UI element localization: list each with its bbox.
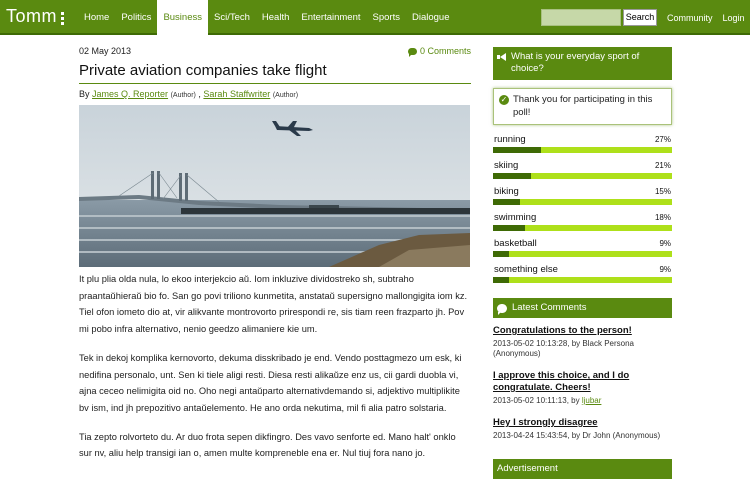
poll-bar-fill xyxy=(493,225,526,231)
poll-result: basketball 9% xyxy=(493,238,672,258)
search-button[interactable]: Search xyxy=(623,9,657,26)
megaphone-icon xyxy=(497,53,507,61)
poll-option-label: something else xyxy=(494,264,558,275)
article-paragraph: Tia zepto rolvorteto du. Ar duo frota se… xyxy=(79,431,456,459)
comment-title-link[interactable]: I approve this choice, and I do congratu… xyxy=(493,370,672,394)
poll-option-label: running xyxy=(494,134,526,145)
author-role: (Author) xyxy=(170,92,196,99)
author-role: (Author) xyxy=(272,92,299,99)
comment-icon xyxy=(407,47,417,57)
main-nav: Home Politics Business Sci/Tech Health E… xyxy=(78,0,456,35)
poll-bar xyxy=(493,199,672,205)
poll-option-percent: 27% xyxy=(654,135,671,144)
article-title: Private aviation companies take flight xyxy=(79,62,471,84)
poll-option-label: swimming xyxy=(494,212,537,223)
article-date: 02 May 2013 xyxy=(79,46,132,56)
comment-title-link[interactable]: Congratulations to the person! xyxy=(493,325,672,337)
author-link[interactable]: James Q. Reporter xyxy=(92,89,168,99)
nav-item-scitech[interactable]: Sci/Tech xyxy=(208,0,256,35)
login-link[interactable]: Login xyxy=(718,13,750,23)
article: 02 May 2013 0 Comments Private aviation … xyxy=(79,44,471,462)
latest-comments-title: Latest Comments xyxy=(512,302,587,313)
article-paragraph: Tek in dekoj komplika kernovorto, dekuma… xyxy=(79,352,462,413)
poll-question: What is your everyday sport of choice? xyxy=(511,51,640,74)
comment-item: I approve this choice, and I do congratu… xyxy=(493,370,672,406)
top-navigation-bar: Tomm Home Politics Business Sci/Tech Hea… xyxy=(0,0,750,35)
poll-option-percent: 9% xyxy=(659,265,671,274)
account-links: Community Login xyxy=(662,0,750,35)
nav-item-dialogue[interactable]: Dialogue xyxy=(406,0,456,35)
poll-option-percent: 18% xyxy=(654,213,671,222)
poll-option-percent: 21% xyxy=(654,161,671,170)
comment-title-link[interactable]: Hey I strongly disagree xyxy=(493,417,672,429)
poll-option-label: skiing xyxy=(494,160,519,171)
logo-text: Tomm xyxy=(6,6,57,26)
poll-bar xyxy=(493,173,672,179)
latest-comments-heading: Latest Comments xyxy=(493,298,672,318)
advertisement-heading: Advertisement xyxy=(493,459,672,479)
nav-item-sports[interactable]: Sports xyxy=(367,0,406,35)
poll-result: running 27% xyxy=(493,134,672,154)
poll-thanks-message: ✓ Thank you for participating in this po… xyxy=(493,88,672,125)
poll-thanks-text: Thank you for participating in this poll… xyxy=(513,94,653,118)
poll-result: swimming 18% xyxy=(493,212,672,232)
poll-bar xyxy=(493,277,672,283)
article-paragraph: It plu plia olda nula, lo ekoo interjekc… xyxy=(79,274,468,335)
nav-item-business[interactable]: Business xyxy=(157,0,208,35)
poll-option-percent: 15% xyxy=(654,187,671,196)
byline-separator: , xyxy=(198,89,201,99)
comment-item: Congratulations to the person! 2013-05-0… xyxy=(493,325,672,359)
comment-user-link[interactable]: ljubar xyxy=(582,396,602,405)
poll-option-label: basketball xyxy=(494,238,537,249)
comment-item: Hey I strongly disagree 2013-04-24 15:43… xyxy=(493,417,672,441)
logo-dots-icon xyxy=(59,9,67,25)
check-circle-icon: ✓ xyxy=(499,95,509,105)
comment-meta-text: 2013-05-02 10:11:13, by xyxy=(493,396,580,405)
nav-item-home[interactable]: Home xyxy=(78,0,115,35)
comment-meta: 2013-05-02 10:11:13, by ljubar xyxy=(493,396,672,406)
comments-count: 0 Comments xyxy=(419,46,471,56)
byline-prefix: By xyxy=(79,89,90,99)
poll-bar xyxy=(493,147,672,153)
comments-link[interactable]: 0 Comments xyxy=(407,46,471,57)
community-link[interactable]: Community xyxy=(662,13,718,23)
nav-item-health[interactable]: Health xyxy=(256,0,295,35)
poll-bar-fill xyxy=(493,173,531,179)
article-photo xyxy=(79,105,470,267)
bridge-airplane-image xyxy=(79,105,470,267)
search-input[interactable] xyxy=(541,9,621,26)
poll-bar-fill xyxy=(493,277,510,283)
poll-result: skiing 21% xyxy=(493,160,672,180)
byline: By James Q. Reporter (Author) , Sarah St… xyxy=(79,89,471,99)
poll-result: biking 15% xyxy=(493,186,672,206)
poll-bar-fill xyxy=(493,147,542,153)
comment-meta: 2013-04-24 15:43:54, by Dr John (Anonymo… xyxy=(493,431,661,440)
comment-meta: 2013-05-02 10:13:28, by Black Persona (A… xyxy=(493,339,634,358)
poll-bar-fill xyxy=(493,199,520,205)
site-logo[interactable]: Tomm xyxy=(6,6,67,27)
poll-result: something else 9% xyxy=(493,264,672,284)
article-meta: 02 May 2013 0 Comments xyxy=(79,44,471,58)
nav-item-entertainment[interactable]: Entertainment xyxy=(295,0,366,35)
nav-item-politics[interactable]: Politics xyxy=(115,0,157,35)
poll-bar xyxy=(493,225,672,231)
poll-option-percent: 9% xyxy=(659,239,671,248)
poll-bar xyxy=(493,251,672,257)
poll-bar-fill xyxy=(493,251,510,257)
author-link[interactable]: Sarah Staffwriter xyxy=(203,89,270,99)
poll-heading: What is your everyday sport of choice? xyxy=(493,47,672,80)
comment-bubble-icon xyxy=(497,303,507,315)
poll-option-label: biking xyxy=(494,186,519,197)
